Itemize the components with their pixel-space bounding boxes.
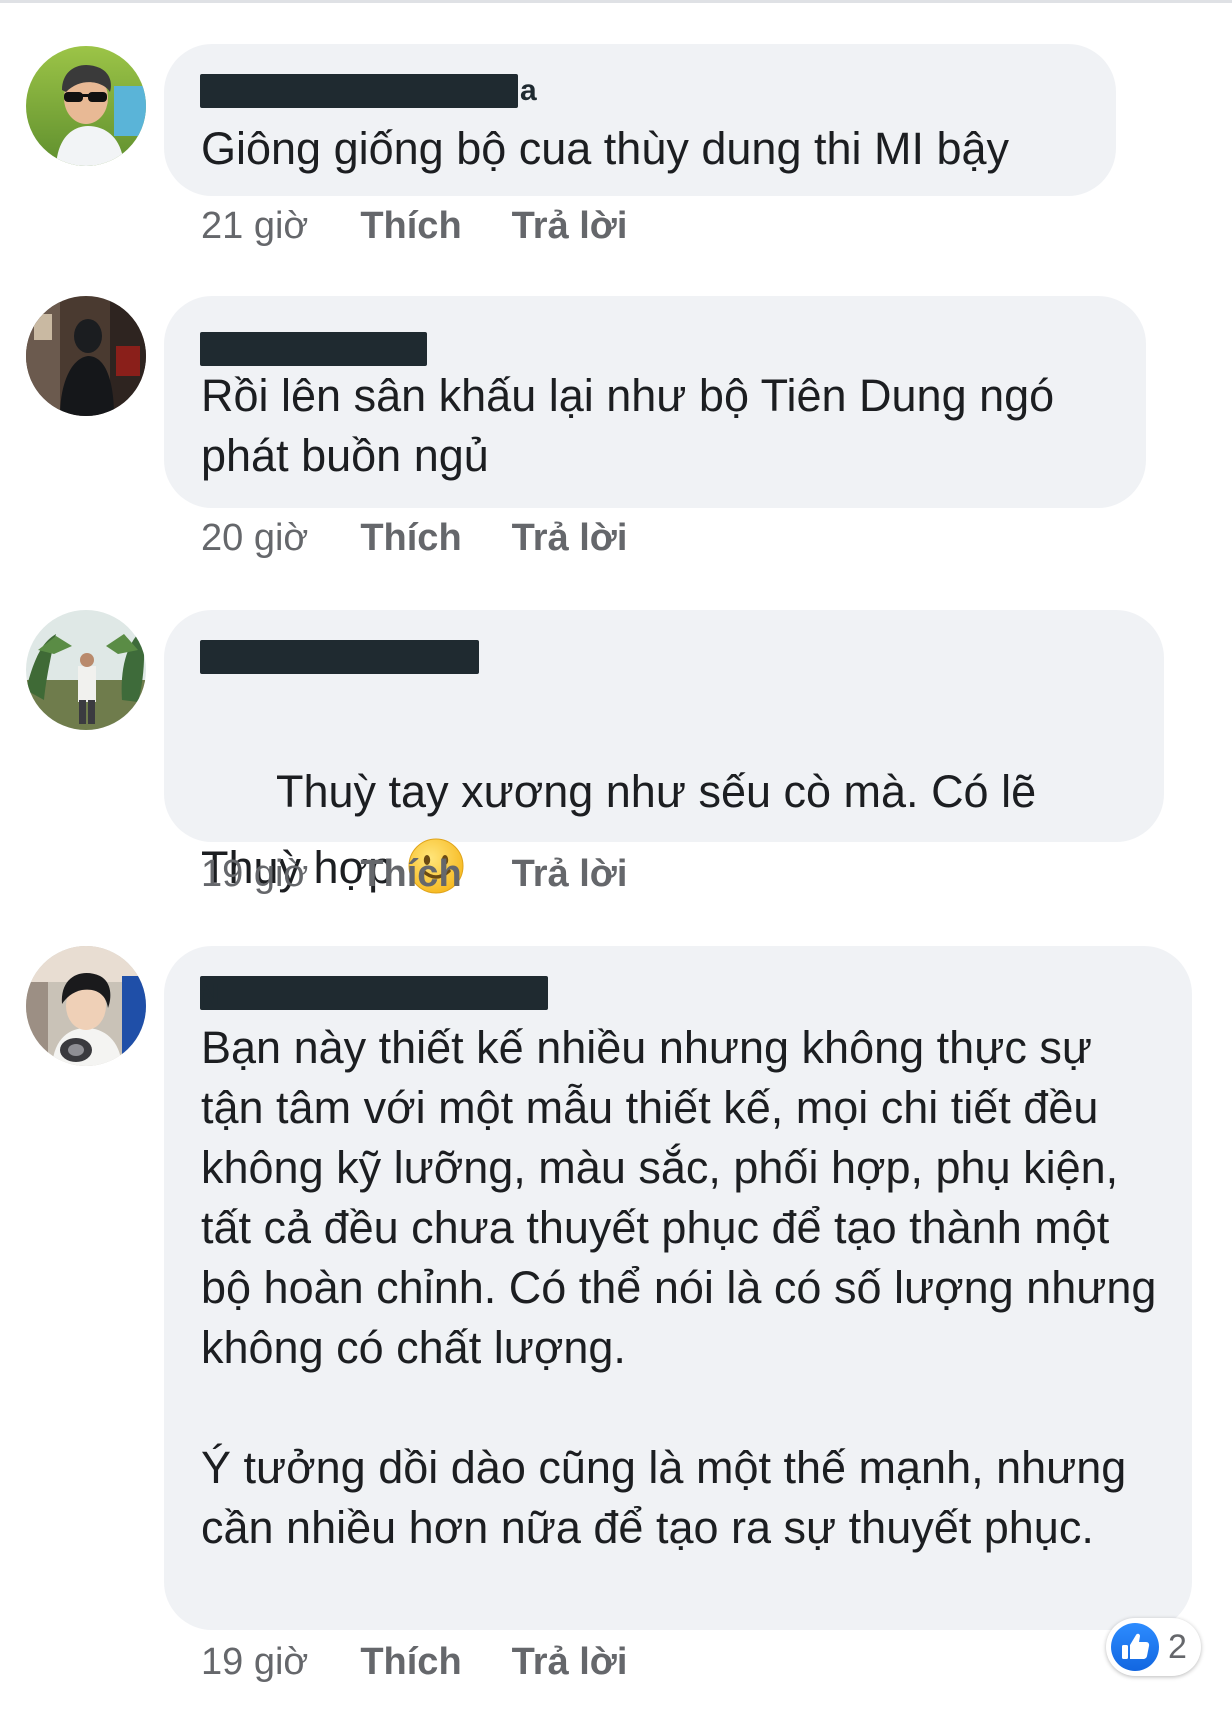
like-button[interactable]: Thích <box>360 204 461 248</box>
comment-bubble: a Giông giống bộ cua thùy dung thi MI bậ… <box>164 44 1116 196</box>
comment-actions: 19 giờ Thích Trả lời <box>201 1640 627 1684</box>
avatar-photo-icon <box>26 296 146 416</box>
timestamp[interactable]: 20 giờ <box>201 516 308 560</box>
timestamp[interactable]: 21 giờ <box>201 204 308 248</box>
avatar-photo-icon <box>26 46 146 166</box>
comment-text: Thuỳ tay xương như sếu cò mà. Có lẽ Thuỳ… <box>201 678 1134 982</box>
avatar-photo-icon <box>26 946 146 1066</box>
comment-bubble: Rồi lên sân khấu lại như bộ Tiên Dung ng… <box>164 296 1146 508</box>
avatar-photo-icon <box>26 610 146 730</box>
author-name-redacted[interactable] <box>200 74 518 108</box>
reaction-count: 2 <box>1168 1627 1187 1666</box>
author-name-redacted[interactable] <box>200 640 479 674</box>
like-thumb-icon <box>1111 1623 1159 1671</box>
avatar[interactable] <box>26 610 146 730</box>
reply-button[interactable]: Trả lời <box>512 1640 628 1684</box>
reply-button[interactable]: Trả lời <box>512 516 628 560</box>
like-button[interactable]: Thích <box>360 852 461 896</box>
top-divider <box>0 0 1232 3</box>
comment-actions: 20 giờ Thích Trả lời <box>201 516 627 560</box>
comment-bubble: Thuỳ tay xương như sếu cò mà. Có lẽ Thuỳ… <box>164 610 1164 894</box>
comment-text: Giông giống bộ cua thùy dung thi MI bậy <box>201 123 1010 174</box>
avatar[interactable] <box>26 946 146 1066</box>
reply-button[interactable]: Trả lời <box>512 204 628 248</box>
author-name-fragment: N <box>198 978 220 1011</box>
comment-text: Rồi lên sân khấu lại như bộ Tiên Dung ng… <box>201 370 1067 481</box>
timestamp[interactable]: 19 giờ <box>201 1640 308 1684</box>
comment-bubble: N Bạn này thiết kế nhiều nhưng không thự… <box>164 946 1192 1630</box>
timestamp[interactable]: 19 giờ <box>201 852 308 896</box>
reaction-summary[interactable]: 2 <box>1106 1618 1201 1676</box>
reply-button[interactable]: Trả lời <box>512 852 628 896</box>
author-name-fragment: a <box>520 74 537 107</box>
like-button[interactable]: Thích <box>360 516 461 560</box>
author-name-redacted[interactable] <box>200 332 427 366</box>
like-button[interactable]: Thích <box>360 1640 461 1684</box>
avatar[interactable] <box>26 46 146 166</box>
author-name-redacted[interactable] <box>200 976 548 1010</box>
comment-text: Bạn này thiết kế nhiều nhưng không thực … <box>201 1022 1157 1553</box>
comment-actions: 19 giờ Thích Trả lời <box>201 852 627 896</box>
comment-actions: 21 giờ Thích Trả lời <box>201 204 627 248</box>
avatar[interactable] <box>26 296 146 416</box>
